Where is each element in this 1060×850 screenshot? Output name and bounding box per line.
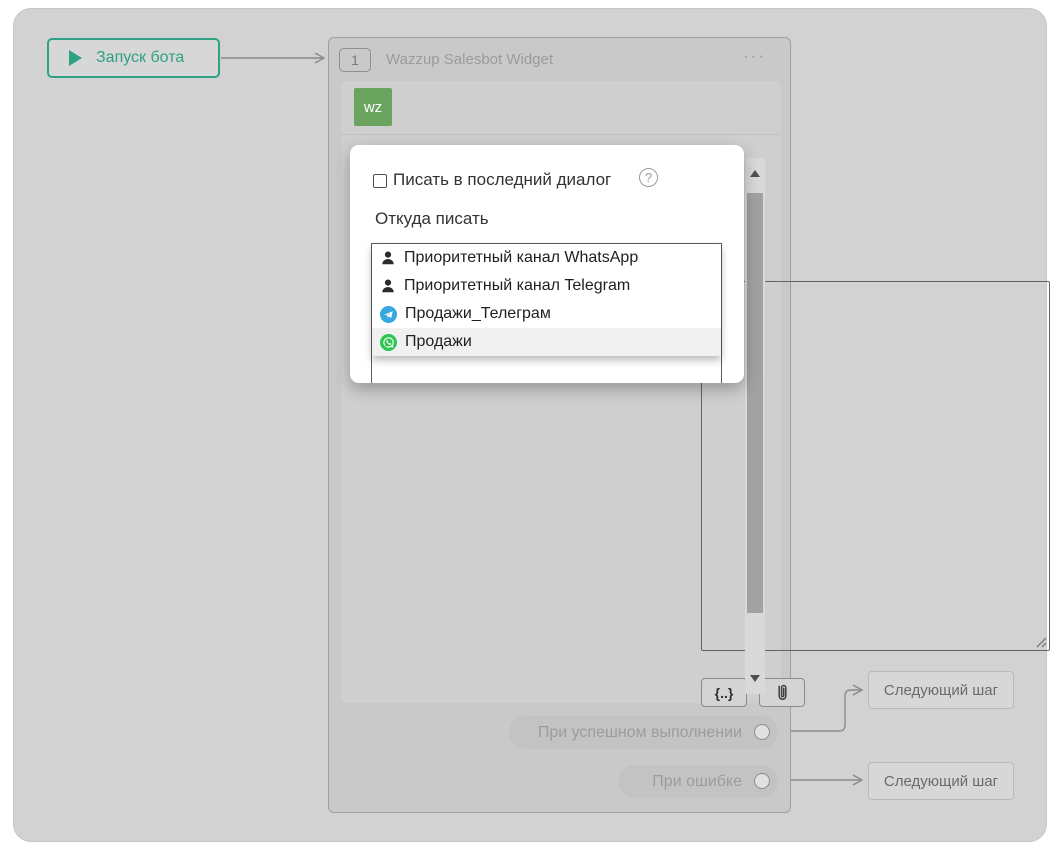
on-success-label: При успешном выполнении xyxy=(538,724,742,742)
help-icon[interactable]: ? xyxy=(639,168,658,187)
channel-settings-popover: Писать в последний диалог ? Откуда писат… xyxy=(350,145,744,383)
scroll-up-arrow-icon[interactable] xyxy=(750,170,760,177)
wazzup-logo: wz xyxy=(354,88,392,126)
on-error-label: При ошибке xyxy=(652,773,742,791)
error-connector-port[interactable] xyxy=(754,773,770,789)
person-icon xyxy=(380,278,396,294)
channel-option-priority-whatsapp[interactable]: Приоритетный канал WhatsApp xyxy=(372,244,721,272)
success-connector-port[interactable] xyxy=(754,724,770,740)
widget-title: Wazzup Salesbot Widget xyxy=(386,51,553,68)
option-label: Продажи_Телеграм xyxy=(405,305,551,323)
write-last-dialog-checkbox[interactable] xyxy=(373,174,387,188)
channel-option-telegram-sales[interactable]: Продажи_Телеграм xyxy=(372,300,721,328)
paperclip-icon xyxy=(775,682,790,703)
option-label: Продажи xyxy=(405,333,472,351)
option-label: Приоритетный канал Telegram xyxy=(404,277,630,295)
play-icon xyxy=(69,50,82,66)
step-number-chip: 1 xyxy=(339,48,371,72)
next-step-button-error[interactable]: Следующий шаг xyxy=(868,762,1014,800)
divider xyxy=(341,134,781,135)
start-bot-label: Запуск бота xyxy=(96,49,184,67)
card-menu-button[interactable]: ··· xyxy=(743,46,766,66)
scroll-down-arrow-icon[interactable] xyxy=(750,675,760,682)
person-icon xyxy=(380,250,396,266)
resize-grip-icon[interactable] xyxy=(1032,633,1048,649)
option-label: Приоритетный канал WhatsApp xyxy=(404,249,638,267)
whatsapp-icon xyxy=(380,334,397,351)
start-bot-button[interactable]: Запуск бота xyxy=(47,38,220,78)
channel-field-label: Откуда писать xyxy=(375,209,489,229)
card-scrollbar xyxy=(745,158,765,694)
template-vars-button[interactable]: {..} xyxy=(701,678,747,707)
channel-options: Приоритетный канал WhatsApp Приоритетный… xyxy=(372,244,721,356)
on-success-pill: При успешном выполнении xyxy=(509,716,778,749)
flow-builder-canvas: Запуск бота 1 Wazzup Salesbot Widget ···… xyxy=(0,0,1060,850)
channel-option-whatsapp-sales[interactable]: Продажи xyxy=(372,328,721,356)
attach-file-button[interactable] xyxy=(759,678,805,707)
telegram-icon xyxy=(380,306,397,323)
channel-option-priority-telegram[interactable]: Приоритетный канал Telegram xyxy=(372,272,721,300)
channel-listbox: Приоритетный канал WhatsApp Приоритетный… xyxy=(371,243,722,383)
next-step-button-success[interactable]: Следующий шаг xyxy=(868,671,1014,709)
scrollbar-thumb[interactable] xyxy=(747,193,763,613)
write-last-dialog-label: Писать в последний диалог xyxy=(393,170,611,190)
